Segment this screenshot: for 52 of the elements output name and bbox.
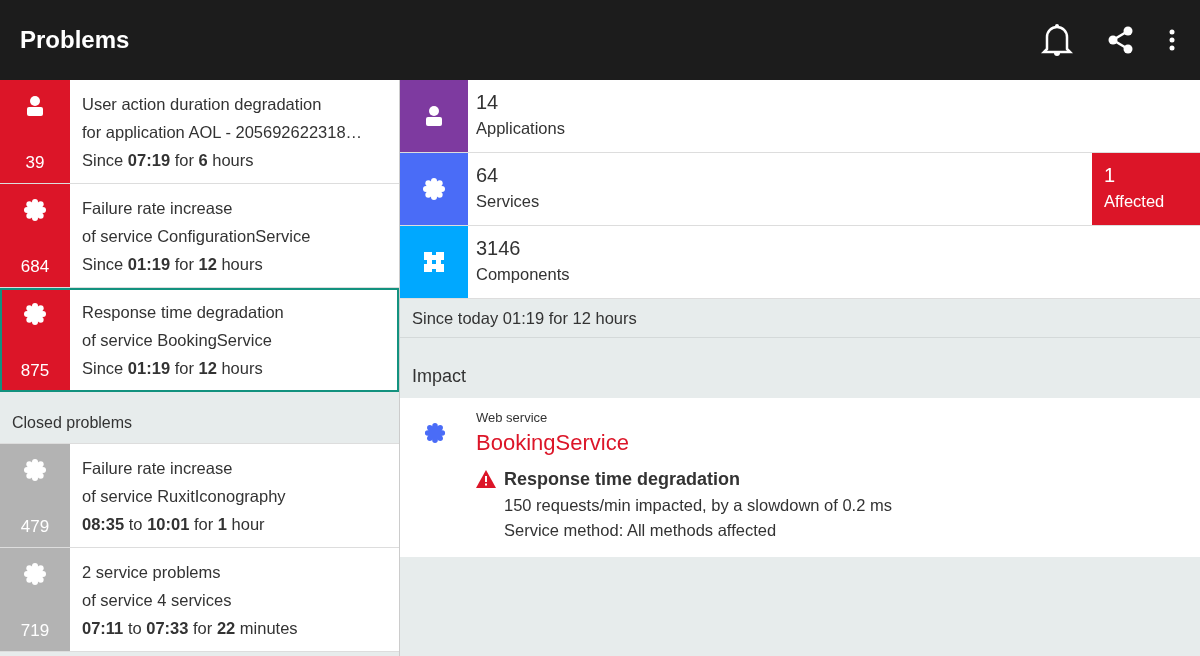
gear-icon bbox=[23, 198, 47, 222]
problem-subject: of service ConfigurationService bbox=[82, 226, 311, 247]
problem-title: Response time degradation bbox=[82, 302, 284, 323]
gear-icon bbox=[23, 302, 47, 326]
problem-subject: of service 4 services bbox=[82, 590, 233, 611]
entity-row[interactable]: 3146 Components bbox=[400, 226, 1200, 299]
problem-timing: Since 01:19 for 12 hours bbox=[82, 254, 264, 275]
problem-title: 2 service problems bbox=[82, 562, 222, 583]
entity-label: Services bbox=[476, 191, 541, 212]
problem-item[interactable]: 875 Response time degradation of service BookingService Since 01:19 for 12 hours bbox=[0, 288, 399, 392]
problem-title: User action duration degradation bbox=[82, 94, 323, 115]
warning-icon bbox=[476, 470, 496, 488]
puzzle-icon bbox=[422, 250, 446, 274]
entity-count: 14 bbox=[476, 90, 500, 115]
problem-item[interactable]: 719 2 service problems of service 4 services 07:11 to 07:33 for 22 minutes bbox=[0, 548, 399, 652]
entity-label: Applications bbox=[476, 118, 566, 139]
problem-count: 684 bbox=[20, 255, 50, 278]
problem-timing: 08:35 to 10:01 for 1 hour bbox=[82, 514, 266, 535]
impact-detail: 150 requests/min impacted, by a slowdown of 0.2 ms bbox=[503, 494, 892, 516]
problem-timing: 07:11 to 07:33 for 22 minutes bbox=[82, 618, 298, 639]
entity-label: Components bbox=[476, 264, 571, 285]
problem-count: 875 bbox=[20, 359, 50, 382]
service-type: Web service bbox=[476, 409, 549, 427]
entity-count: 64 bbox=[476, 163, 500, 188]
problem-title: Failure rate increase bbox=[82, 198, 234, 219]
problem-item[interactable]: 39 User action duration degradation for application AOL - 205692622318… Since 07:19 for 6 hours bbox=[0, 80, 399, 184]
impact-detail: Service method: All methods affected bbox=[503, 519, 778, 541]
gear-icon bbox=[422, 177, 446, 201]
entity-row[interactable]: 64 Services 1 Affected bbox=[400, 153, 1200, 226]
duration-text: Since today 01:19 for 12 hours bbox=[412, 307, 637, 329]
app-title: Problems bbox=[20, 25, 130, 55]
gear-icon bbox=[23, 562, 47, 586]
entity-count: 3146 bbox=[476, 236, 522, 261]
entity-row[interactable]: 14 Applications bbox=[400, 80, 1200, 153]
problem-item[interactable]: 479 Failure rate increase of service RuxitIconography 08:35 to 10:01 for 1 hour bbox=[0, 444, 399, 548]
problem-name: Response time degradation bbox=[504, 467, 741, 491]
problem-item[interactable]: 684 Failure rate increase of service ConfigurationService Since 01:19 for 12 hours bbox=[0, 184, 399, 288]
problem-title: Failure rate increase bbox=[82, 458, 234, 479]
problem-count: 719 bbox=[20, 619, 50, 642]
problem-count: 479 bbox=[20, 515, 50, 538]
problem-count: 39 bbox=[25, 151, 45, 174]
problem-subject: for application AOL - 205692622318… bbox=[82, 122, 363, 143]
problem-subject: of service RuxitIconography bbox=[82, 486, 286, 507]
affected-badge[interactable]: 1 Affected bbox=[1092, 153, 1200, 225]
problem-timing: Since 07:19 for 6 hours bbox=[82, 150, 255, 171]
section-header: Impact bbox=[412, 365, 467, 388]
gear-icon bbox=[424, 421, 446, 444]
problem-timing: Since 01:19 for 12 hours bbox=[82, 358, 264, 379]
problem-subject: of service BookingService bbox=[82, 330, 273, 351]
gear-icon bbox=[23, 458, 47, 482]
service-name[interactable]: BookingService bbox=[476, 427, 892, 458]
section-header: Closed problems bbox=[12, 413, 133, 433]
